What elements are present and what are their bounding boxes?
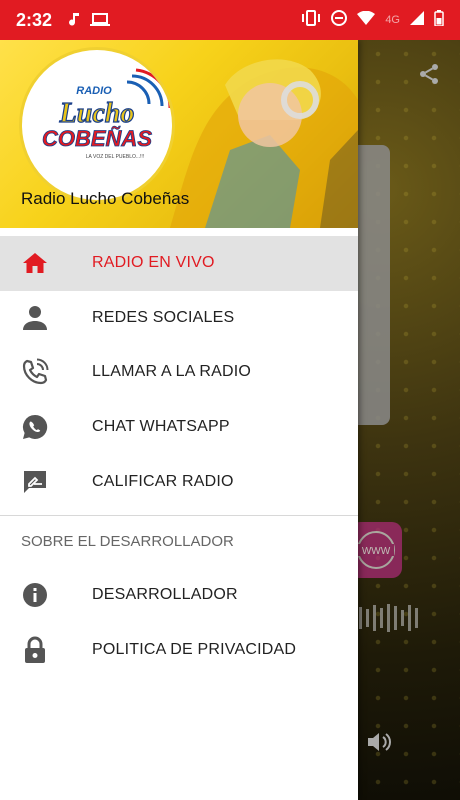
navigation-drawer: RADIO Lucho COBEÑAS LA VOZ DEL PUEBLO...… <box>0 40 358 800</box>
laptop-icon <box>90 13 111 27</box>
menu-item-label: DESARROLLADOR <box>92 586 238 604</box>
signal-icon <box>410 10 424 30</box>
menu-item-label: CALIFICAR RADIO <box>92 472 234 490</box>
menu-item-redes-sociales[interactable]: REDES SOCIALES <box>0 291 358 346</box>
vibrate-icon <box>301 9 321 31</box>
svg-text:RADIO: RADIO <box>76 85 112 97</box>
menu-item-label: LLAMAR A LA RADIO <box>92 363 252 381</box>
svg-text:COBEÑAS: COBEÑAS <box>42 126 152 151</box>
network-type-label: 4G <box>385 14 400 26</box>
menu-item-label: REDES SOCIALES <box>92 308 235 326</box>
home-icon <box>21 249 49 277</box>
www-label: WWW <box>362 546 391 557</box>
rate-review-icon <box>21 468 49 496</box>
status-time: 2:32 <box>16 9 53 30</box>
lock-icon <box>21 636 49 664</box>
volume-icon[interactable] <box>366 730 394 759</box>
info-icon <box>21 581 49 609</box>
drawer-header: RADIO Lucho COBEÑAS LA VOZ DEL PUEBLO...… <box>0 40 358 228</box>
status-bar: 2:32 4G <box>0 0 460 40</box>
menu-item-desarrollador[interactable]: DESARROLLADOR <box>0 568 358 623</box>
do-not-disturb-icon <box>331 9 348 31</box>
main-menu: RADIO EN VIVO REDES SOCIALES LLAMAR A LA… <box>0 236 358 677</box>
audio-visualizer <box>352 604 418 632</box>
wifi-icon <box>357 10 376 30</box>
menu-item-llamar-a-la-radio[interactable]: LLAMAR A LA RADIO <box>0 345 358 400</box>
battery-icon <box>434 9 444 31</box>
whatsapp-icon <box>21 413 49 441</box>
svg-text:Lucho: Lucho <box>59 98 135 129</box>
person-icon <box>21 304 49 332</box>
radio-logo: RADIO Lucho COBEÑAS LA VOZ DEL PUEBLO...… <box>22 50 172 200</box>
menu-item-label: CHAT WHATSAPP <box>92 418 230 436</box>
station-name: Radio Lucho Cobeñas <box>21 189 190 208</box>
svg-text:LA VOZ DEL PUEBLO...!!!: LA VOZ DEL PUEBLO...!!! <box>86 154 144 160</box>
section-title: SOBRE EL DESARROLLADOR <box>21 533 234 551</box>
share-icon[interactable] <box>417 62 441 91</box>
music-note-icon <box>66 12 80 28</box>
menu-item-radio-en-vivo[interactable]: RADIO EN VIVO <box>0 236 358 291</box>
menu-item-label: RADIO EN VIVO <box>92 254 215 272</box>
menu-item-label: POLITICA DE PRIVACIDAD <box>92 640 297 658</box>
menu-item-calificar-radio[interactable]: CALIFICAR RADIO <box>0 454 358 509</box>
menu-item-chat-whatsapp[interactable]: CHAT WHATSAPP <box>0 400 358 455</box>
phone-call-icon <box>21 358 49 386</box>
menu-item-politica-de-privacidad[interactable]: POLITICA DE PRIVACIDAD <box>0 623 358 678</box>
